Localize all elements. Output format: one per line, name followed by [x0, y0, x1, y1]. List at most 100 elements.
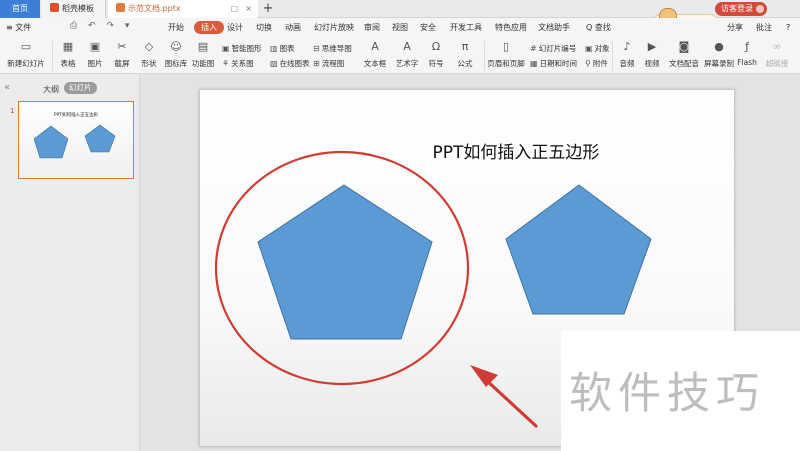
table-icon: ▦	[62, 40, 74, 53]
object-button[interactable]: ▣ 对象	[585, 43, 610, 54]
smart-graphic-button[interactable]: ▣ 智能图形	[222, 43, 262, 54]
collapse-panel-icon[interactable]: «	[4, 82, 10, 93]
online-chart-button[interactable]: ▧ 在线图表	[270, 58, 310, 69]
screen-record-label: 屏幕录制	[704, 59, 734, 68]
menu-design[interactable]: 设计	[227, 21, 243, 34]
object-icon: ▣	[585, 44, 593, 53]
menu-transition[interactable]: 切换	[256, 21, 272, 34]
textbox-label: 文本框	[363, 59, 387, 68]
menu-review[interactable]: 审阅	[364, 21, 380, 34]
flowchart-label: 流程图	[321, 59, 345, 68]
menu-file[interactable]: ≡ 文件	[6, 21, 31, 34]
slide-number-label: 幻灯片编号	[538, 44, 577, 53]
close-tab-icon[interactable]: ×	[245, 0, 252, 18]
pentagon-left[interactable]	[257, 184, 433, 340]
textbox-icon: A	[371, 40, 379, 53]
doc-voice-button[interactable]: ◙ 文档配音	[667, 41, 701, 69]
menu-security[interactable]: 安全	[420, 21, 436, 34]
guest-login-button[interactable]: 访客登录	[715, 2, 767, 16]
paperclip-icon: ⚲	[585, 59, 591, 68]
tab-outline[interactable]: 大纲	[43, 84, 59, 95]
thumbnail-pentagon-right	[84, 124, 116, 153]
header-footer-icon: ▯	[502, 40, 510, 53]
thumbnail-shapes	[33, 124, 116, 159]
watermark-box: 软件技巧	[561, 331, 800, 451]
function-chart-icon: ▤	[197, 40, 209, 53]
insert-ribbon: ▭ 新建幻灯片 ▦ 表格 ▣ 图片 ✂ 截屏 ◇ 形状 ☺ 图标库 ▤ 功能图 ▣ 智能图形 ▥…	[0, 37, 800, 74]
pentagon-right[interactable]	[505, 184, 652, 315]
wordart-icon: A	[403, 40, 411, 53]
speaker-icon: ♪	[623, 40, 631, 53]
slide-thumbnail[interactable]: PPT如何插入正五边形	[18, 101, 134, 179]
video-button[interactable]: ▶ 视频	[641, 41, 663, 69]
icon-library-button[interactable]: ☺ 图标库	[164, 41, 188, 69]
quick-access-toolbar[interactable]: ⎙ ↶ ↷ ▾	[70, 21, 133, 31]
audio-button[interactable]: ♪ 音频	[616, 41, 638, 69]
document-tab-label: 示范文档.pptx	[128, 4, 181, 13]
relation-icon: ⚘	[222, 59, 230, 68]
relation-chart-button[interactable]: ⚘ 关系图	[222, 58, 254, 69]
menu-doc-assistant[interactable]: 文档助手	[538, 21, 570, 34]
smart-graphic-label: 智能图形	[231, 44, 262, 53]
mind-map-button[interactable]: ⊟ 思维导图	[313, 43, 352, 54]
flash-button[interactable]: ƒ Flash	[736, 41, 758, 68]
flowchart-icon: ⊞	[313, 59, 320, 68]
wordart-label: 艺术字	[395, 59, 419, 68]
shape-icon: ◇	[144, 40, 154, 53]
template-tab-label: 稻壳模板	[62, 4, 94, 13]
textbox-button[interactable]: A 文本框	[362, 41, 388, 69]
doc-voice-label: 文档配音	[669, 59, 699, 68]
chart-button[interactable]: ▥ 图表	[270, 43, 295, 54]
slide-panel: « 大纲 幻灯片 1 PPT如何插入正五边形	[0, 74, 140, 451]
home-tab[interactable]: 首页	[0, 0, 40, 18]
menu-features[interactable]: 特色应用	[495, 21, 527, 34]
help-icon[interactable]: ?	[786, 21, 790, 34]
hyperlink-button[interactable]: ∞ 超链接	[764, 41, 790, 69]
slide-number-icon: #	[530, 44, 537, 53]
record-icon: ●	[714, 40, 724, 53]
slide-number-button[interactable]: # 幻灯片编号	[530, 43, 576, 54]
ribbon-separator	[612, 41, 613, 71]
menu-view[interactable]: 视图	[392, 21, 408, 34]
attachment-button[interactable]: ⚲ 附件	[585, 58, 608, 69]
formula-label: 公式	[457, 59, 473, 68]
online-chart-icon: ▧	[270, 59, 278, 68]
header-footer-button[interactable]: ▯ 页眉和页脚	[487, 41, 525, 69]
online-chart-label: 在线图表	[279, 59, 310, 68]
pi-icon: π	[461, 40, 469, 53]
symbol-button[interactable]: Ω 符号	[425, 41, 447, 69]
video-icon: ▶	[647, 40, 657, 53]
datetime-label: 日期和时间	[539, 59, 578, 68]
screen-record-button[interactable]: ● 屏幕录制	[704, 41, 734, 69]
search-button[interactable]: Q 查找	[586, 21, 611, 34]
symbol-label: 符号	[428, 59, 444, 68]
link-icon: ∞	[772, 40, 782, 53]
comment-button[interactable]: 批注	[756, 21, 772, 34]
datetime-button[interactable]: ▦ 日期和时间	[530, 58, 577, 69]
shape-button[interactable]: ◇ 形状	[137, 41, 161, 69]
menu-slideshow[interactable]: 幻灯片放映	[314, 21, 354, 34]
menu-insert[interactable]: 插入	[194, 21, 224, 34]
menu-start[interactable]: 开始	[168, 21, 184, 34]
share-button[interactable]: 分享	[727, 21, 743, 34]
menu-devtools[interactable]: 开发工具	[450, 21, 482, 34]
template-tab[interactable]: 稻壳模板	[42, 0, 106, 18]
document-tab[interactable]: 示范文档.pptx ▢ ×	[108, 0, 258, 18]
new-slide-button[interactable]: ▭ 新建幻灯片	[4, 41, 48, 69]
function-chart-label: 功能图	[191, 59, 215, 68]
menu-animation[interactable]: 动画	[285, 21, 301, 34]
formula-button[interactable]: π 公式	[453, 41, 477, 69]
chart-label: 图表	[279, 44, 295, 53]
monitor-icon[interactable]: ▢	[230, 0, 238, 18]
wordart-button[interactable]: A 艺术字	[394, 41, 420, 69]
flowchart-button[interactable]: ⊞ 流程图	[313, 58, 344, 69]
tab-slides[interactable]: 幻灯片	[64, 82, 97, 94]
smart-graphic-icon: ▣	[222, 44, 230, 53]
screenshot-button[interactable]: ✂ 截屏	[110, 41, 134, 69]
function-chart-button[interactable]: ▤ 功能图	[191, 41, 215, 69]
picture-button[interactable]: ▣ 图片	[83, 41, 107, 69]
new-slide-icon: ▭	[20, 40, 32, 53]
new-tab-button[interactable]: +	[262, 0, 274, 18]
table-button[interactable]: ▦ 表格	[56, 41, 80, 69]
attachment-label: 附件	[592, 59, 608, 68]
